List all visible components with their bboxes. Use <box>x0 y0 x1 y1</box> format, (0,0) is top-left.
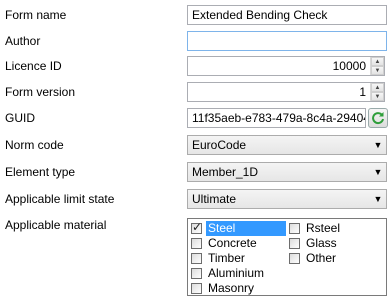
spin-down-icon[interactable]: ▼ <box>371 66 384 75</box>
form-version-stepper[interactable]: 1 ▲ ▼ <box>187 82 385 102</box>
refresh-icon <box>372 112 384 125</box>
norm-code-label: Norm code <box>5 138 64 152</box>
material-label-glass: Glass <box>306 236 337 250</box>
norm-code-select[interactable]: EuroCode ▼ <box>187 135 387 155</box>
material-label-aluminium: Aluminium <box>208 266 265 280</box>
spin-down-icon[interactable]: ▼ <box>371 92 384 101</box>
chevron-down-icon[interactable]: ▼ <box>370 194 386 204</box>
form-version-value[interactable]: 1 <box>188 83 370 101</box>
chevron-down-icon[interactable]: ▼ <box>370 167 386 177</box>
licence-id-label: Licence ID <box>5 59 62 73</box>
material-label-rsteel: Rsteel <box>306 221 341 235</box>
element-type-value: Member_1D <box>192 165 259 179</box>
guid-label: GUID <box>5 111 35 125</box>
material-label-concrete: Concrete <box>208 236 257 250</box>
spin-up-icon[interactable]: ▲ <box>371 83 384 92</box>
form-name-label: Form name <box>5 8 67 22</box>
material-item-steel[interactable]: Steel <box>191 220 286 236</box>
checkbox[interactable] <box>191 220 202 234</box>
material-item-aluminium[interactable]: Aluminium <box>191 266 266 281</box>
checkbox[interactable] <box>289 223 300 234</box>
form-name-input[interactable]: Extended Bending Check <box>187 5 387 25</box>
licence-id-value[interactable]: 10000 <box>188 57 370 75</box>
material-item-rsteel[interactable]: Rsteel <box>289 221 342 236</box>
licence-id-stepper[interactable]: 10000 ▲ ▼ <box>187 56 385 76</box>
checkbox[interactable] <box>289 238 300 249</box>
material-item-timber[interactable]: Timber <box>191 251 247 266</box>
element-type-label: Element type <box>5 165 76 179</box>
form-version-label: Form version <box>5 85 76 99</box>
material-label-timber: Timber <box>208 251 245 265</box>
refresh-guid-button[interactable] <box>368 108 388 128</box>
material-item-masonry[interactable]: Masonry <box>191 281 256 296</box>
material-label-masonry: Masonry <box>208 281 255 295</box>
material-item-concrete[interactable]: Concrete <box>191 236 259 251</box>
material-item-other[interactable]: Other <box>289 251 338 266</box>
checkbox[interactable] <box>191 238 202 249</box>
author-label: Author <box>5 34 41 48</box>
spin-up-icon[interactable]: ▲ <box>371 57 384 66</box>
element-type-select[interactable]: Member_1D ▼ <box>187 162 387 182</box>
material-label: Applicable material <box>5 218 107 232</box>
guid-input[interactable]: 11f35aeb-e783-479a-8c4a-2940412a <box>187 108 366 128</box>
material-label-other: Other <box>306 251 337 265</box>
limit-state-select[interactable]: Ultimate ▼ <box>187 189 387 209</box>
author-input[interactable] <box>187 31 387 51</box>
checkbox[interactable] <box>191 253 202 264</box>
limit-state-value: Ultimate <box>192 192 237 206</box>
checkbox[interactable] <box>289 253 300 264</box>
material-label-steel: Steel <box>206 221 286 236</box>
chevron-down-icon[interactable]: ▼ <box>370 140 386 150</box>
limit-state-label: Applicable limit state <box>5 192 115 206</box>
checkbox[interactable] <box>191 283 202 294</box>
checkbox[interactable] <box>191 268 202 279</box>
material-item-glass[interactable]: Glass <box>289 236 339 251</box>
norm-code-value: EuroCode <box>192 138 247 152</box>
material-checklist[interactable]: Steel Concrete Timber Aluminium Masonry … <box>187 218 387 296</box>
